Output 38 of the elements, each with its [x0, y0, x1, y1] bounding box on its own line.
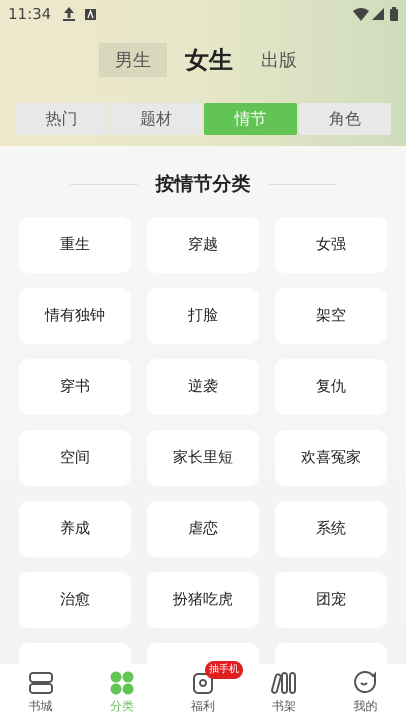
category-tag[interactable]: 空间	[19, 430, 131, 486]
nav-tab[interactable]: 我的	[352, 670, 378, 714]
category-tag[interactable]: 打脸	[147, 288, 259, 344]
status-time: 11:34	[8, 4, 52, 25]
category-tag[interactable]: 治愈	[19, 572, 131, 628]
category-tag[interactable]: 养成	[19, 500, 131, 556]
category-tab[interactable]: 角色	[298, 103, 391, 135]
section-title: 按情节分类	[156, 172, 250, 197]
battery-icon	[390, 7, 398, 21]
category-tag[interactable]: 复仇	[275, 358, 387, 414]
books-icon	[28, 670, 54, 694]
gender-tab[interactable]: 女生	[181, 38, 237, 82]
category-tab[interactable]: 热门	[15, 103, 108, 135]
category-tag[interactable]: 家长里短	[147, 430, 259, 486]
grid-icon	[110, 670, 134, 694]
nav-tab[interactable]: 书架	[271, 670, 298, 714]
upload-icon	[63, 7, 76, 21]
badge: 抽手机	[205, 660, 243, 678]
face-icon	[352, 670, 378, 694]
category-tag[interactable]: 穿越	[147, 216, 259, 272]
nav-tab[interactable]: 书城	[28, 670, 54, 714]
category-tag[interactable]: 情有独钟	[19, 288, 131, 344]
category-tag[interactable]: 虐恋	[147, 500, 259, 556]
category-tag[interactable]: 架空	[275, 288, 387, 344]
category-tag[interactable]: 欢喜冤家	[275, 430, 387, 486]
category-tag[interactable]: 逆袭	[147, 358, 259, 414]
shelf-icon	[271, 670, 298, 694]
signal-icon	[372, 8, 384, 20]
category-tag[interactable]: 重生	[19, 216, 131, 272]
wifi-icon	[353, 8, 369, 20]
category-tab[interactable]: 题材	[110, 103, 202, 135]
category-tag[interactable]: 团宠	[275, 572, 387, 628]
gender-tab[interactable]: 出版	[251, 43, 307, 77]
category-tag[interactable]: 系统	[275, 500, 387, 556]
category-tag[interactable]: 女强	[275, 216, 387, 272]
category-tag[interactable]: 穿书	[19, 358, 131, 414]
category-tag[interactable]: 扮猪吃虎	[147, 572, 259, 628]
gender-tab[interactable]: 男生	[99, 43, 167, 77]
